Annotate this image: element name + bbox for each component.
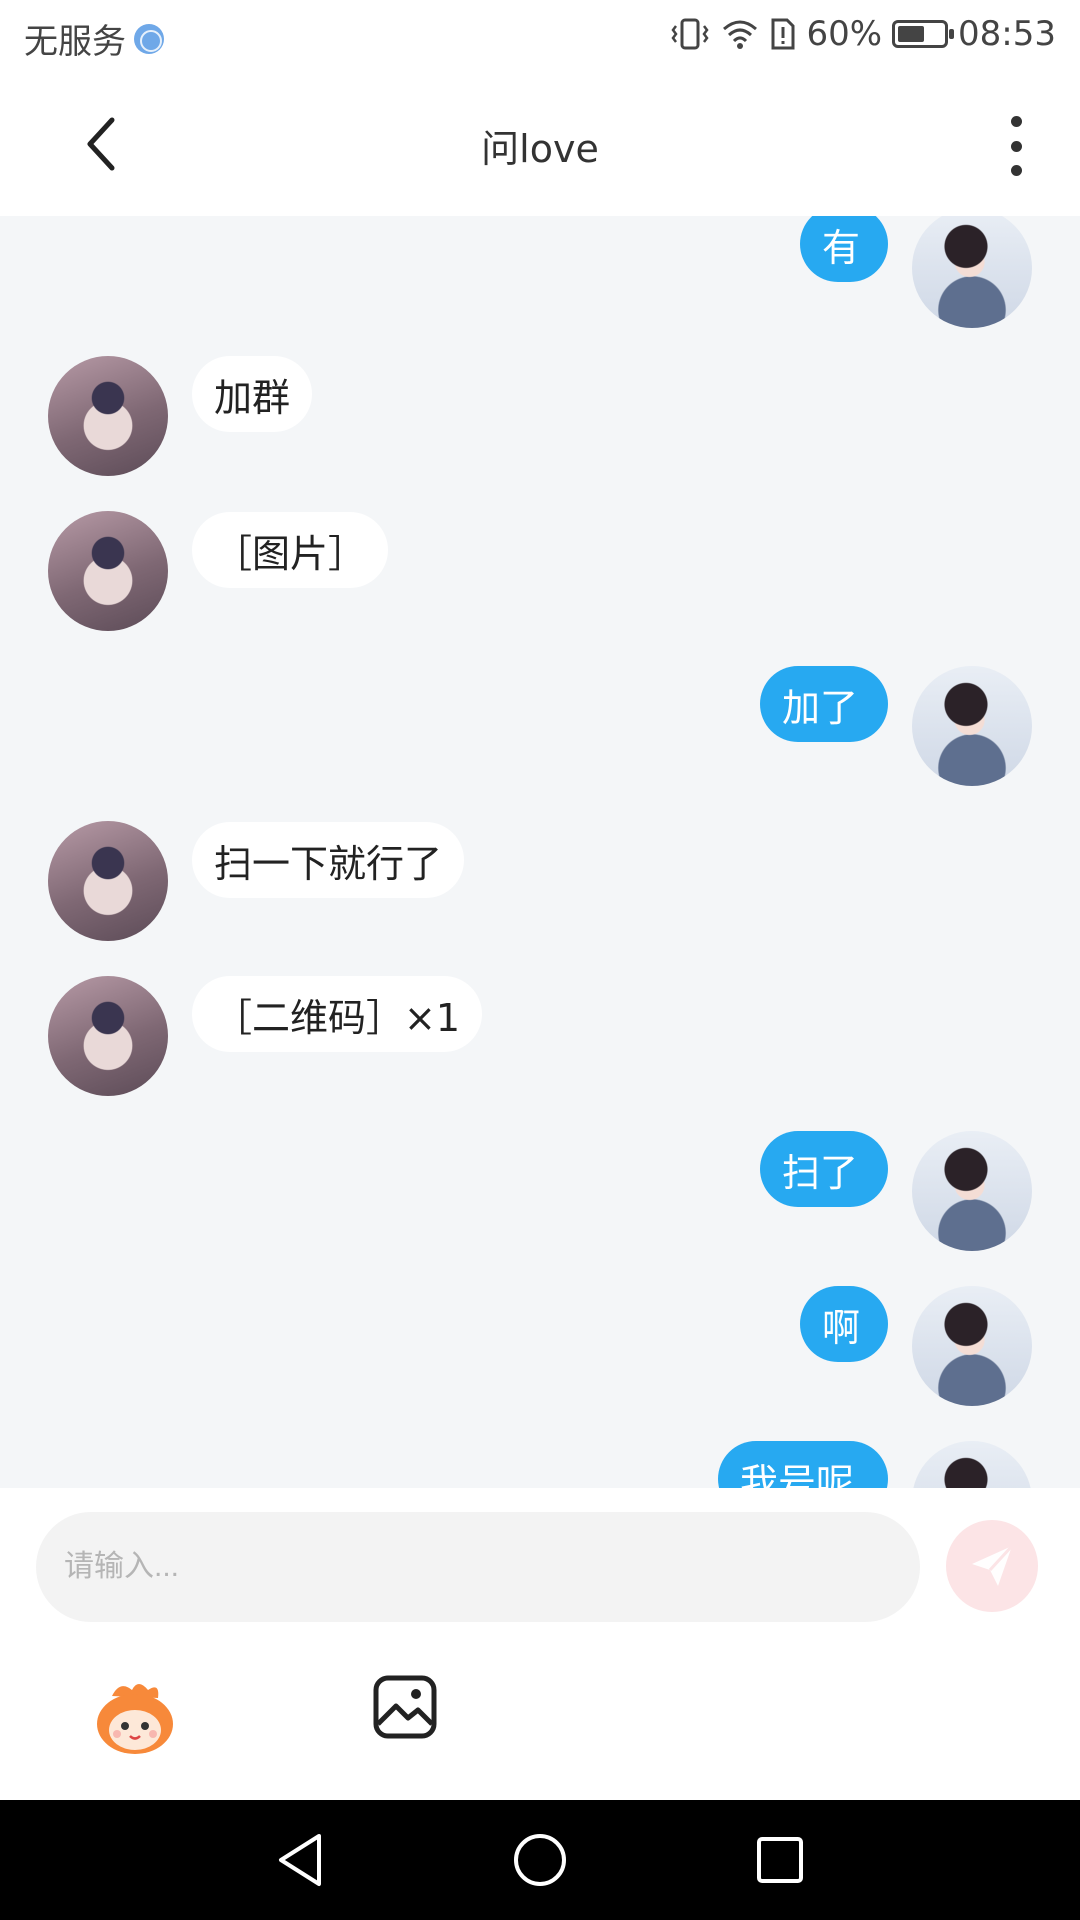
message-text: 加了 bbox=[782, 685, 859, 730]
status-bar: 无服务 60% 08:53 bbox=[0, 0, 1080, 72]
contact-avatar[interactable] bbox=[48, 821, 168, 941]
contact-avatar[interactable] bbox=[48, 356, 168, 476]
contact-avatar[interactable] bbox=[48, 976, 168, 1096]
message-text: ［二维码］×1 bbox=[214, 995, 461, 1040]
clock: 08:53 bbox=[958, 14, 1056, 54]
message-bubble-outgoing[interactable]: 有 bbox=[800, 216, 888, 282]
send-button[interactable] bbox=[946, 1520, 1038, 1612]
battery-percent: 60% bbox=[806, 14, 883, 54]
nav-back-button[interactable] bbox=[270, 1830, 330, 1890]
nav-home-icon bbox=[514, 1834, 566, 1886]
more-vertical-icon bbox=[1010, 116, 1022, 127]
input-panel bbox=[0, 1488, 1080, 1800]
more-dot bbox=[1010, 140, 1022, 152]
contact-avatar[interactable] bbox=[48, 511, 168, 631]
emoji-button[interactable] bbox=[92, 1674, 178, 1760]
wifi-icon bbox=[723, 20, 758, 49]
network-icon bbox=[134, 23, 164, 54]
message-text: 我号呢 bbox=[740, 1460, 855, 1489]
carrier-label: 无服务 bbox=[24, 22, 126, 62]
message-bubble-outgoing[interactable]: 扫了 bbox=[760, 1131, 888, 1207]
message-text: 啊 bbox=[822, 1305, 861, 1350]
message-text: 扫一下就行了 bbox=[214, 841, 443, 886]
vibrate-icon bbox=[671, 18, 709, 50]
nav-home-button[interactable] bbox=[510, 1830, 570, 1890]
message-bubble-outgoing[interactable]: 加了 bbox=[760, 666, 888, 742]
chat-title: 问love bbox=[481, 127, 599, 171]
my-avatar[interactable] bbox=[912, 1131, 1032, 1251]
battery-icon bbox=[892, 20, 955, 48]
chat-header: 问love bbox=[0, 72, 1080, 216]
my-avatar[interactable] bbox=[912, 1441, 1032, 1488]
nav-recents-button[interactable] bbox=[750, 1830, 810, 1890]
system-nav-bar bbox=[0, 1800, 1080, 1920]
my-avatar[interactable] bbox=[912, 1286, 1032, 1406]
nav-recents-icon bbox=[757, 1837, 803, 1883]
message-input[interactable] bbox=[36, 1512, 920, 1622]
image-icon bbox=[373, 1675, 437, 1739]
message-bubble-incoming[interactable]: 扫一下就行了 bbox=[192, 822, 465, 898]
message-text: 扫了 bbox=[782, 1150, 859, 1195]
message-text: 加群 bbox=[214, 375, 291, 420]
my-avatar[interactable] bbox=[912, 216, 1032, 328]
nav-back-icon bbox=[279, 1834, 321, 1886]
mascot-emoji-icon bbox=[97, 1684, 173, 1754]
my-avatar[interactable] bbox=[912, 666, 1032, 786]
status-left: 无服务 bbox=[24, 14, 164, 63]
message-bubble-incoming[interactable]: 加群 bbox=[192, 356, 313, 432]
status-right: 60% 08:53 bbox=[670, 14, 1056, 54]
more-dot bbox=[1010, 165, 1022, 176]
sim-alert-icon bbox=[771, 18, 795, 50]
more-options-button[interactable] bbox=[996, 116, 1036, 176]
message-bubble-incoming[interactable]: ［二维码］×1 bbox=[192, 976, 483, 1052]
message-text: ［图片］ bbox=[214, 531, 367, 576]
message-text: 有 bbox=[822, 225, 861, 270]
paper-plane-icon bbox=[972, 1544, 1014, 1586]
message-list[interactable]: 有 加群 ［图片］ 加了 扫一下就行了 ［二维码］×1 扫了 啊 我号呢 bbox=[0, 216, 1080, 1488]
message-bubble-outgoing[interactable]: 我号呢 bbox=[718, 1441, 888, 1488]
message-bubble-outgoing[interactable]: 啊 bbox=[800, 1286, 888, 1362]
message-bubble-incoming[interactable]: ［图片］ bbox=[192, 512, 389, 588]
image-button[interactable] bbox=[372, 1674, 438, 1740]
